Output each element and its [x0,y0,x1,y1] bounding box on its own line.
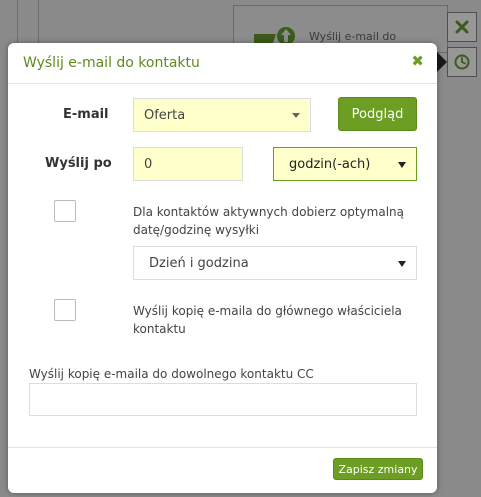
delete-node-button[interactable] [447,12,477,42]
preview-button-label: Podgląd [351,106,404,122]
email-select[interactable]: Oferta [133,98,311,132]
clock-icon [454,54,470,70]
workflow-connector-line [17,0,18,43]
send-email-modal: Wyślij e-mail do kontaktu ✖ E-mail Ofert… [8,43,437,493]
close-icon [455,20,469,34]
workflow-connector-line [38,0,39,43]
chevron-down-icon [398,261,406,267]
optimize-checkbox[interactable] [54,200,76,222]
cc-input[interactable] [29,383,417,416]
send-after-value: 0 [144,156,153,172]
save-changes-label: Zapisz zmiany [338,462,418,476]
optimize-text: Dla kontaktów aktywnych dobierz optymaln… [133,205,404,237]
optimize-select-value: Dzień i godzina [149,255,249,271]
preview-button[interactable]: Podgląd [338,97,417,131]
modal-header: Wyślij e-mail do kontaktu ✖ [8,43,437,84]
optimize-select[interactable]: Dzień i godzina [133,246,417,280]
email-select-value: Oferta [144,107,186,123]
workflow-node-label: Wyślij e-mail do [309,30,397,43]
time-unit-select[interactable]: godzin(-ach) [273,147,417,181]
send-after-label: Wyślij po [45,156,112,171]
cc-label: Wyślij kopię e-maila do dowolnego kontak… [29,367,314,381]
chevron-down-icon [398,162,406,168]
copy-owner-text: Wyślij kopię e-maila do głównego właścic… [133,304,402,336]
time-unit-value: godzin(-ach) [289,156,371,172]
email-label: E-mail [63,107,109,122]
send-after-input[interactable]: 0 [133,147,243,181]
close-icon[interactable]: ✖ [411,52,424,70]
chevron-down-icon [292,113,300,118]
copy-owner-checkbox[interactable] [54,299,76,321]
modal-title: Wyślij e-mail do kontaktu [23,55,200,71]
schedule-node-button[interactable] [447,47,477,77]
arrow-pointer [437,52,447,72]
save-changes-button[interactable]: Zapisz zmiany [333,458,423,480]
footer-divider [8,447,437,448]
